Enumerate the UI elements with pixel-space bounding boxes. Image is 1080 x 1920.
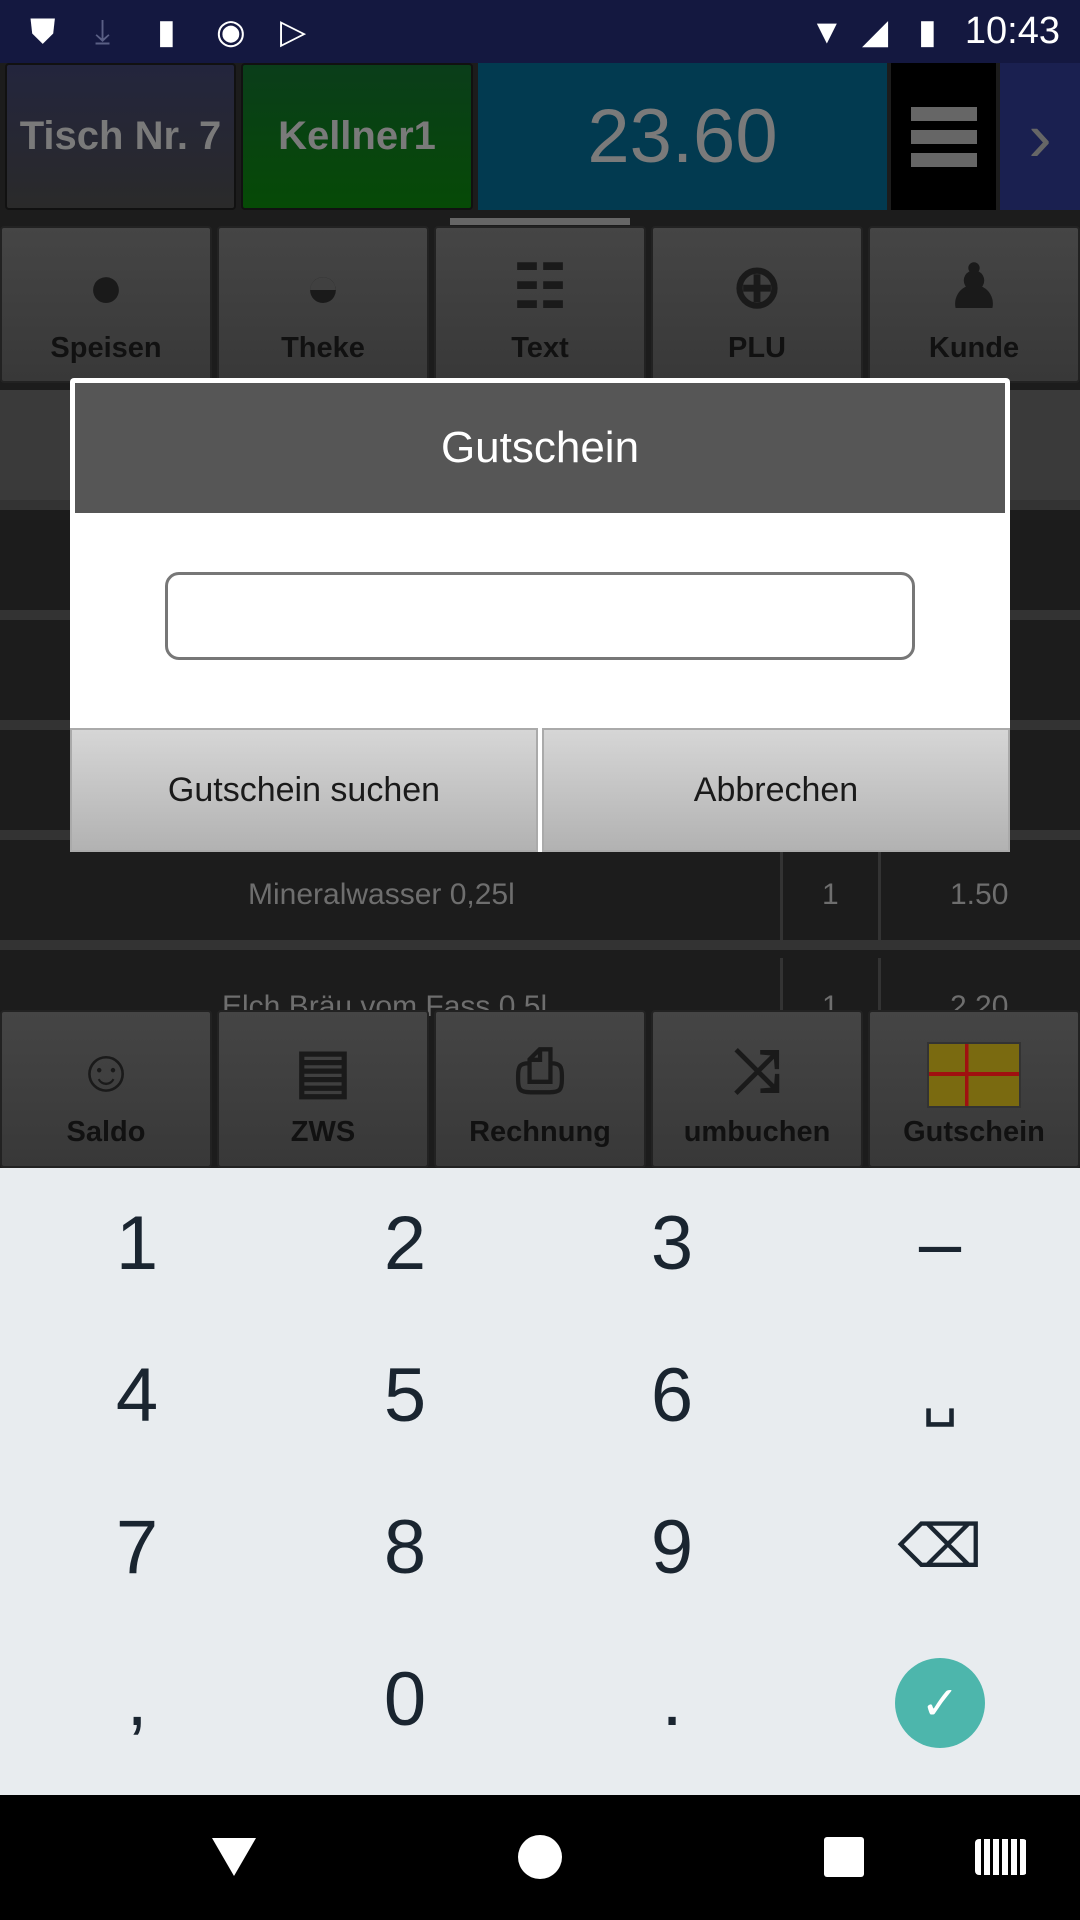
- category-label: PLU: [728, 332, 786, 364]
- category-label: Theke: [281, 332, 365, 364]
- wifi-icon: ▼: [810, 13, 844, 51]
- done-key[interactable]: ✓: [895, 1658, 985, 1748]
- home-icon[interactable]: [518, 1835, 562, 1879]
- cancel-button[interactable]: Abbrechen: [542, 728, 1010, 852]
- key-minus[interactable]: –: [810, 1168, 1070, 1318]
- gift-voucher-icon: [870, 1026, 1078, 1116]
- key-8[interactable]: 8: [275, 1472, 535, 1622]
- play-store-icon: ▷: [280, 13, 307, 51]
- voucher-code-input[interactable]: [165, 572, 915, 660]
- waiter-button[interactable]: Kellner1: [241, 63, 473, 210]
- category-text[interactable]: ☷ Text: [434, 226, 646, 383]
- table-button[interactable]: Tisch Nr. 7: [5, 63, 236, 210]
- back-icon[interactable]: [212, 1838, 256, 1876]
- key-2[interactable]: 2: [275, 1168, 535, 1318]
- clipboard-icon: ▤: [294, 1037, 352, 1104]
- clock: 10:43: [964, 10, 1060, 52]
- menu-button[interactable]: [891, 63, 996, 210]
- voucher-dialog: Gutschein Gutschein suchen Abbrechen: [70, 378, 1010, 852]
- record-icon: ◉: [216, 13, 246, 51]
- action-zws[interactable]: ▤ ZWS: [217, 1010, 429, 1168]
- category-plu[interactable]: ⊕ PLU: [651, 226, 863, 383]
- chevron-right-icon: ›: [1028, 97, 1052, 176]
- zoom-plus-icon: ⊕: [731, 253, 783, 320]
- drag-handle[interactable]: [450, 218, 630, 225]
- key-6[interactable]: 6: [542, 1320, 802, 1470]
- key-7[interactable]: 7: [7, 1472, 267, 1622]
- action-umbuchen[interactable]: ⤨ umbuchen: [651, 1010, 863, 1168]
- action-gutschein[interactable]: Gutschein: [868, 1010, 1080, 1168]
- list-add-icon: ☷: [513, 253, 567, 320]
- key-4[interactable]: 4: [7, 1320, 267, 1470]
- printer-icon: ⎙: [516, 1037, 564, 1104]
- sd-card-icon: ▮: [157, 13, 176, 51]
- action-label: Gutschein: [903, 1116, 1045, 1148]
- category-label: Kunde: [928, 332, 1020, 364]
- recents-icon[interactable]: [824, 1837, 864, 1877]
- action-label: Rechnung: [469, 1116, 611, 1148]
- action-label: ZWS: [290, 1116, 356, 1148]
- total-display: 23.60: [478, 63, 887, 210]
- numeric-keyboard: 1 2 3 – 4 5 6 ␣ 7 8 9 ⌫ , 0 . ✓: [0, 1168, 1080, 1795]
- battery-icon: ▮: [918, 13, 937, 51]
- category-speisen[interactable]: ● Speisen: [0, 226, 212, 383]
- teapot-icon: ◒: [304, 253, 342, 320]
- item-name: Mineralwasser 0,25l: [248, 878, 515, 911]
- navigation-bar: [0, 1795, 1080, 1920]
- backspace-key[interactable]: ⌫: [810, 1472, 1070, 1622]
- action-label: umbuchen: [683, 1116, 831, 1148]
- drag-area: [0, 210, 1080, 226]
- item-qty: 1: [822, 878, 839, 911]
- download-icon: ⤓: [95, 13, 111, 51]
- category-label: Speisen: [50, 332, 162, 364]
- action-rechnung[interactable]: ⎙ Rechnung: [434, 1010, 646, 1168]
- key-3[interactable]: 3: [542, 1168, 802, 1318]
- search-voucher-button[interactable]: Gutschein suchen: [70, 728, 538, 852]
- category-label: Text: [511, 332, 569, 364]
- keyboard-icon[interactable]: [975, 1839, 1027, 1875]
- pot-icon: ●: [87, 253, 125, 320]
- next-button[interactable]: ›: [1000, 63, 1080, 210]
- action-label: Saldo: [66, 1116, 146, 1148]
- signal-icon: ◢: [862, 13, 889, 51]
- key-1[interactable]: 1: [7, 1168, 267, 1318]
- item-price: 1.50: [950, 878, 1009, 911]
- add-user-icon: ♟: [947, 253, 1001, 320]
- shuffle-icon: ⤨: [733, 1037, 781, 1104]
- chef-icon: ☺: [75, 1037, 137, 1104]
- table-row[interactable]: Mineralwasser 0,25l 1 1.50: [0, 840, 1080, 950]
- key-0[interactable]: 0: [275, 1624, 535, 1774]
- key-9[interactable]: 9: [542, 1472, 802, 1622]
- category-kunde[interactable]: ♟ Kunde: [868, 226, 1080, 383]
- key-5[interactable]: 5: [275, 1320, 535, 1470]
- shield-icon: ⛊: [30, 13, 56, 51]
- action-saldo[interactable]: ☺ Saldo: [0, 1010, 212, 1168]
- dialog-title: Gutschein: [75, 383, 1005, 513]
- key-period[interactable]: .: [542, 1624, 802, 1774]
- hamburger-icon: [910, 106, 977, 167]
- status-bar: ⛊ ⤓ ▮ ◉ ▷ ▼ ◢ ▮ 10:43: [0, 0, 1080, 63]
- category-theke[interactable]: ◒ Theke: [217, 226, 429, 383]
- key-comma[interactable]: ,: [7, 1624, 267, 1774]
- key-space[interactable]: ␣: [810, 1320, 1070, 1470]
